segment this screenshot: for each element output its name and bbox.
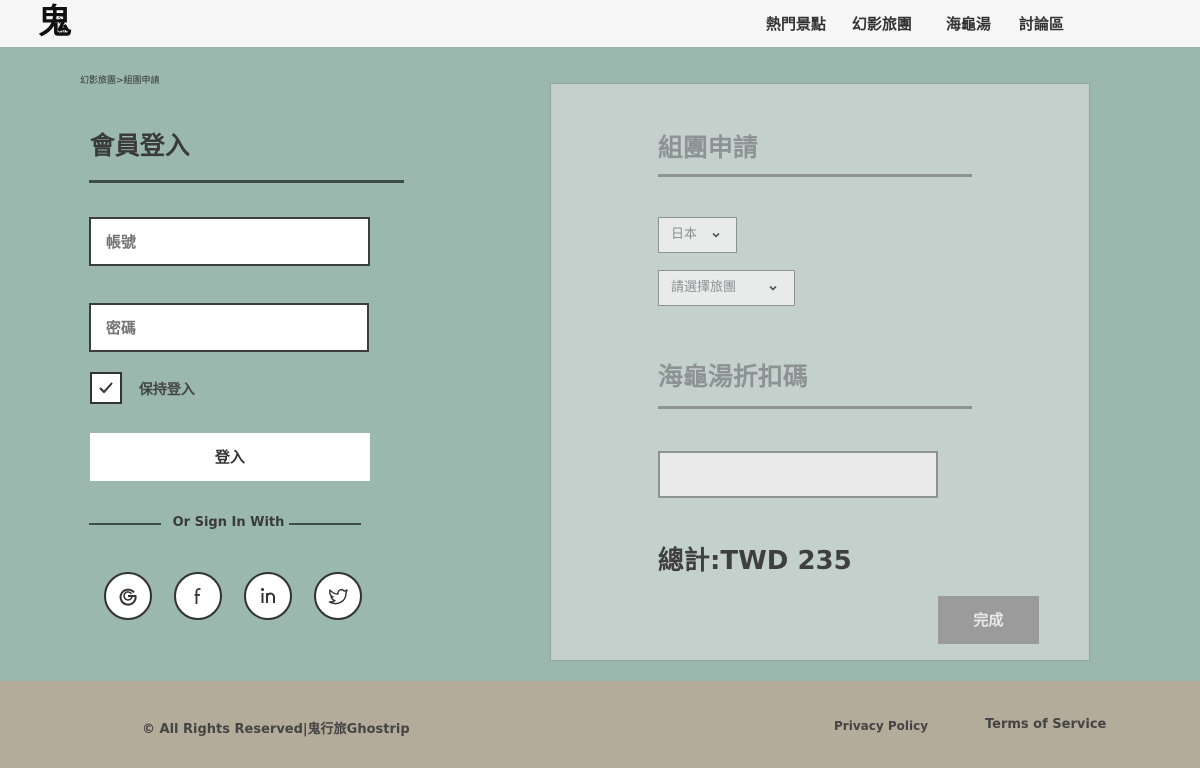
group-application-underline [658,174,972,177]
linkedin-icon [261,588,275,603]
login-title: 會員登入 [90,131,191,160]
google-icon [119,588,137,606]
country-select[interactable]: 日本 [658,217,737,253]
copyright-text: © All Rights Reserved|鬼行旅Ghostrip [142,722,410,737]
nav-item-hot-spots[interactable]: 熱門景點 [766,13,826,34]
group-application-title: 組團申請 [658,133,759,162]
discount-code-underline [658,406,972,409]
nav-item-forum[interactable]: 討論區 [1019,13,1064,34]
done-button[interactable]: 完成 [938,596,1039,644]
chevron-down-icon [712,232,720,238]
order-total: 總計:TWD 235 [658,546,852,576]
chevron-down-icon [769,285,777,291]
facebook-icon [194,588,201,604]
login-title-underline [89,180,404,183]
twitter-icon [328,588,348,605]
nav-item-phantom-tours[interactable]: 幻影旅團 [852,13,912,34]
password-input[interactable] [89,303,369,352]
keep-logged-in-label: 保持登入 [139,382,195,398]
facebook-login-button[interactable] [174,572,222,620]
discount-code-input[interactable] [658,451,938,498]
account-input[interactable] [89,217,370,266]
or-sign-in-with: Or Sign In With [172,515,285,530]
terms-of-service-link[interactable]: Terms of Service [985,717,1106,732]
check-icon [99,382,113,394]
site-header: 鬼 行旅 熱門景點 幻影旅團 海龜湯 討論區 [0,0,1200,47]
login-button[interactable]: 登入 [90,433,370,481]
divider-left [89,523,161,525]
nav-item-turtle-soup[interactable]: 海龜湯 [946,13,991,34]
country-select-value: 日本 [671,227,698,242]
logo[interactable]: 鬼 行旅 [36,2,80,44]
google-login-button[interactable] [104,572,152,620]
tour-select[interactable]: 請選擇旅團 [658,270,795,306]
privacy-policy-link[interactable]: Privacy Policy [834,719,928,733]
site-footer: © All Rights Reserved|鬼行旅Ghostrip Privac… [0,681,1200,768]
twitter-login-button[interactable] [314,572,362,620]
breadcrumb[interactable]: 幻影旅團>組團申請 [80,73,160,86]
divider-right [289,523,361,525]
linkedin-login-button[interactable] [244,572,292,620]
logo-sub: 行旅 [58,16,66,34]
discount-code-title: 海龜湯折扣碼 [658,362,809,391]
keep-logged-in-checkbox[interactable] [90,372,122,404]
tour-select-value: 請選擇旅團 [671,280,737,295]
